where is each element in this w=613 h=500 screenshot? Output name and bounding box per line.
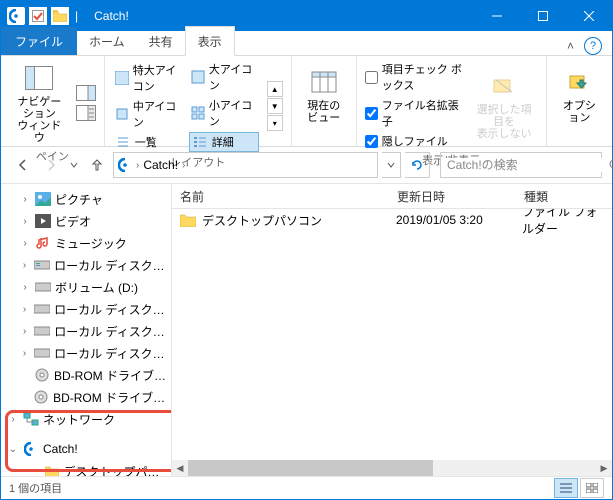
breadcrumb-dropdown[interactable]: [382, 152, 401, 178]
col-name[interactable]: 名前: [172, 188, 389, 205]
file-list[interactable]: デスクトップパソコン 2019/01/05 3:20 ファイル フォルダー ◀ …: [172, 209, 612, 476]
window-title: Catch!: [86, 9, 129, 23]
ribbon-tabs: ファイル ホーム 共有 表示 ˄ ?: [1, 31, 612, 56]
ribbon: ナビゲーション ウィンドウ ペイン 特大アイコン 中アイコン 一覧 大アイコン …: [1, 56, 612, 147]
nav-forward[interactable]: [39, 153, 63, 177]
breadcrumb-catch[interactable]: Catch!: [143, 158, 178, 172]
qa-folder-icon[interactable]: [51, 7, 69, 25]
list-item[interactable]: デスクトップパソコン 2019/01/05 3:20 ファイル フォルダー: [172, 209, 612, 231]
details-pane-icon[interactable]: [76, 105, 96, 121]
navigation-pane[interactable]: ›ピクチャ ›ビデオ ›ミュージック ›ローカル ディスク (C:) ›ボリュー…: [1, 184, 172, 476]
tree-bdrom-h[interactable]: BD-ROM ドライブ (H:): [1, 364, 171, 386]
item-modified: 2019/01/05 3:20: [388, 213, 514, 227]
content-area: ›ピクチャ ›ビデオ ›ミュージック ›ローカル ディスク (C:) ›ボリュー…: [1, 184, 612, 476]
search-input[interactable]: [441, 158, 608, 172]
tree-network[interactable]: ›ネットワーク: [1, 408, 171, 430]
breadcrumb-sep[interactable]: ›: [136, 160, 139, 171]
breadcrumb-sep[interactable]: ›: [182, 160, 185, 171]
search-box[interactable]: [440, 152, 602, 178]
tree-local-c[interactable]: ›ローカル ディスク (C:): [1, 254, 171, 276]
folder-icon: [180, 213, 196, 227]
ribbon-group-showhide: 項目チェック ボックス ファイル名拡張子 隠しファイル 選択した項目を 表示しな…: [357, 56, 547, 146]
close-button[interactable]: [566, 1, 612, 31]
breadcrumb-root-icon[interactable]: [118, 158, 132, 172]
layout-scroll-down[interactable]: ▼: [267, 98, 283, 114]
layout-xlarge[interactable]: 特大アイコン: [113, 61, 183, 95]
current-view-button[interactable]: 現在の ビュー: [300, 64, 348, 126]
preview-pane-icon[interactable]: [76, 85, 96, 101]
status-bar: 1 個の項目: [1, 476, 612, 499]
breadcrumb[interactable]: › Catch! ›: [113, 152, 378, 178]
ribbon-group-options: オプション: [547, 56, 612, 146]
chk-extensions[interactable]: ファイル名拡張子: [365, 96, 465, 130]
view-icons-button[interactable]: [580, 478, 604, 498]
layout-more[interactable]: ▾: [267, 115, 283, 131]
tree-local-e[interactable]: ›ローカル ディスク (E:): [1, 298, 171, 320]
layout-scroll-up[interactable]: ▲: [267, 81, 283, 97]
tree-videos[interactable]: ›ビデオ: [1, 210, 171, 232]
minimize-button[interactable]: [474, 1, 520, 31]
explorer-window: | Catch! ファイル ホーム 共有 表示 ˄ ? ナビゲーション ウィンド…: [0, 0, 613, 500]
maximize-button[interactable]: [520, 1, 566, 31]
layout-medium[interactable]: 中アイコン: [113, 97, 183, 131]
collapse-ribbon-icon[interactable]: ˄: [567, 39, 574, 53]
help-icon[interactable]: ?: [584, 37, 602, 55]
tree-pictures[interactable]: ›ピクチャ: [1, 188, 171, 210]
hide-selected-button[interactable]: 選択した項目を 表示しない: [470, 68, 537, 142]
list-pane: 名前 更新日時 種類 デスクトップパソコン 2019/01/05 3:20 ファ…: [172, 184, 612, 476]
nav-up[interactable]: [85, 153, 109, 177]
refresh-button[interactable]: [405, 152, 430, 178]
tree-local-g[interactable]: ›ローカル ディスク (G:): [1, 342, 171, 364]
col-type[interactable]: 種類: [516, 188, 612, 205]
hscrollbar[interactable]: ◀ ▶: [172, 460, 612, 476]
tree-music[interactable]: ›ミュージック: [1, 232, 171, 254]
options-button[interactable]: オプション: [555, 64, 604, 126]
ribbon-group-currentview: 現在の ビュー: [292, 56, 357, 146]
address-bar: › Catch! ›: [1, 147, 612, 184]
view-details-button[interactable]: [554, 478, 578, 498]
nav-back[interactable]: [11, 153, 35, 177]
ribbon-group-layout: 特大アイコン 中アイコン 一覧 大アイコン 小アイコン 詳細 ▲ ▼ ▾ レイア…: [105, 56, 292, 146]
chk-item-checkboxes[interactable]: 項目チェック ボックス: [365, 60, 465, 94]
tab-view[interactable]: 表示: [185, 26, 235, 56]
tree-desktop-pc[interactable]: デスクトップパソコン: [1, 460, 171, 476]
tree-bdrom-h2[interactable]: BD-ROM ドライブ (H:) U: [1, 386, 171, 408]
tree-local-f[interactable]: ›ローカル ディスク (F:): [1, 320, 171, 342]
tab-share[interactable]: 共有: [137, 27, 185, 55]
nav-recent[interactable]: [67, 153, 81, 177]
tree-catch[interactable]: ⌄Catch!: [1, 438, 171, 460]
status-count: 1 個の項目: [9, 480, 62, 496]
tree-vol-d[interactable]: ›ボリューム (D:): [1, 276, 171, 298]
search-icon[interactable]: [608, 158, 613, 172]
tab-file[interactable]: ファイル: [1, 27, 77, 55]
ribbon-group-pane: ナビゲーション ウィンドウ ペイン: [1, 56, 105, 146]
layout-small[interactable]: 小アイコン: [189, 96, 259, 130]
layout-large[interactable]: 大アイコン: [189, 60, 259, 94]
app-icon: [7, 7, 25, 25]
qa-checkbox-icon[interactable]: [29, 7, 47, 25]
tab-home[interactable]: ホーム: [77, 27, 137, 55]
col-modified[interactable]: 更新日時: [389, 188, 516, 205]
column-header: 名前 更新日時 種類: [172, 184, 612, 209]
item-name: デスクトップパソコン: [202, 212, 322, 229]
qa-separator: |: [73, 9, 80, 23]
item-type: ファイル フォルダー: [514, 209, 612, 237]
nav-pane-button[interactable]: ナビゲーション ウィンドウ: [9, 60, 70, 146]
